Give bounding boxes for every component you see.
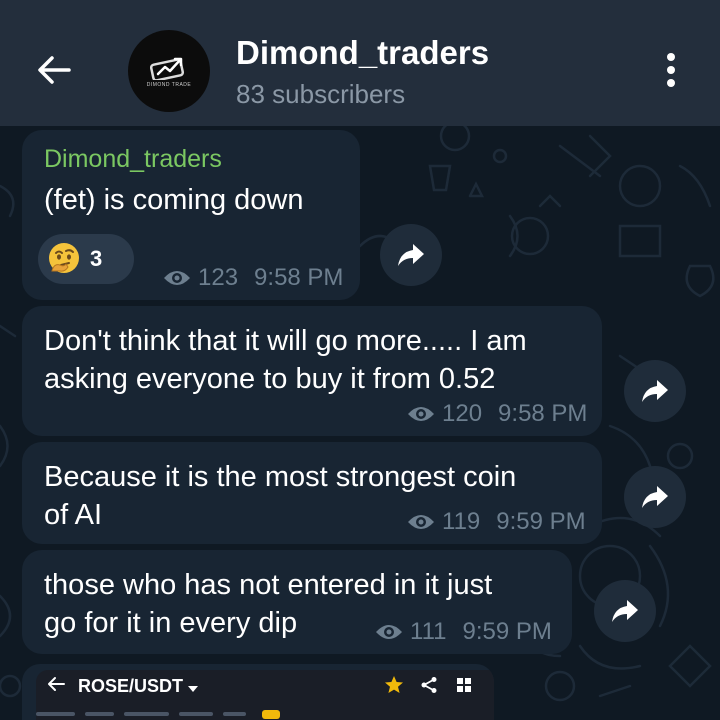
share-button[interactable] (624, 466, 686, 528)
message-text: (fet) is coming down (44, 184, 304, 216)
menu-dot-icon (667, 79, 675, 87)
message-author: Dimond_traders (44, 145, 222, 173)
share-button[interactable] (624, 360, 686, 422)
message-text-line: asking everyone to buy it from 0.52 (44, 363, 496, 395)
chat-header: DIMOND TRADE Dimond_traders 83 subscribe… (0, 0, 720, 126)
message-bubble[interactable]: Because it is the most strongest coin of… (22, 442, 602, 544)
view-count: 120 (442, 400, 483, 427)
preview-pair-label: ROSE/USDT (78, 676, 184, 696)
message-bubble[interactable]: Dimond_traders (fet) is coming down 3 12… (22, 130, 360, 300)
message-meta: 119 9:59 PM (406, 508, 586, 536)
menu-dot-icon (667, 53, 675, 61)
message-time: 9:59 PM (462, 618, 552, 645)
message-bubble[interactable]: those who has not entered in it just go … (22, 550, 572, 654)
share-arrow-icon (642, 380, 668, 402)
message-meta: 120 9:58 PM (406, 400, 587, 428)
views-eye-icon (376, 625, 402, 639)
reaction-chip[interactable]: 3 (38, 234, 134, 284)
thinking-face-icon (49, 243, 79, 273)
preview-star-icon (384, 675, 404, 700)
back-button[interactable] (28, 44, 80, 96)
message-meta: 111 9:59 PM (374, 618, 552, 646)
view-count: 111 (410, 618, 447, 645)
message-text-line: Because it is the most strongest coin (44, 461, 517, 493)
message-time: 9:58 PM (498, 400, 588, 427)
message-text-line: of AI (44, 499, 103, 531)
share-arrow-icon (398, 244, 424, 266)
channel-avatar[interactable]: DIMOND TRADE (128, 30, 210, 112)
share-arrow-icon (642, 486, 668, 508)
share-arrow-icon (612, 600, 638, 622)
message-meta: 123 9:58 PM (162, 264, 343, 292)
views-eye-icon (164, 271, 190, 285)
views-eye-icon (408, 515, 434, 529)
arrow-left-icon (38, 56, 71, 84)
preview-grid-icon (456, 677, 472, 698)
message-text-line: go for it in every dip (44, 607, 298, 639)
channel-title[interactable]: Dimond_traders (236, 34, 489, 72)
more-options-button[interactable] (656, 50, 686, 90)
message-text-line: those who has not entered in it just (44, 569, 493, 601)
preview-tab-strip (36, 712, 246, 716)
preview-dropdown-icon (187, 680, 199, 698)
message-bubble[interactable]: Don't think that it will go more..... I … (22, 306, 602, 436)
preview-back-icon (46, 676, 66, 697)
share-button[interactable] (380, 224, 442, 286)
message-time: 9:58 PM (254, 264, 344, 291)
trend-logo-icon (150, 57, 185, 80)
preview-new-badge (262, 710, 280, 719)
menu-dot-icon (667, 66, 675, 74)
subscriber-count: 83 subscribers (236, 79, 406, 109)
views-eye-icon (408, 407, 434, 421)
message-time: 9:59 PM (496, 508, 586, 535)
avatar-logo-text: DIMOND TRADE (146, 82, 192, 88)
message-text-line: Don't think that it will go more..... I … (44, 325, 527, 357)
preview-share-icon (420, 676, 438, 699)
share-button[interactable] (594, 580, 656, 642)
reaction-count: 3 (90, 246, 103, 271)
view-count: 123 (198, 264, 239, 291)
view-count: 119 (442, 508, 481, 535)
